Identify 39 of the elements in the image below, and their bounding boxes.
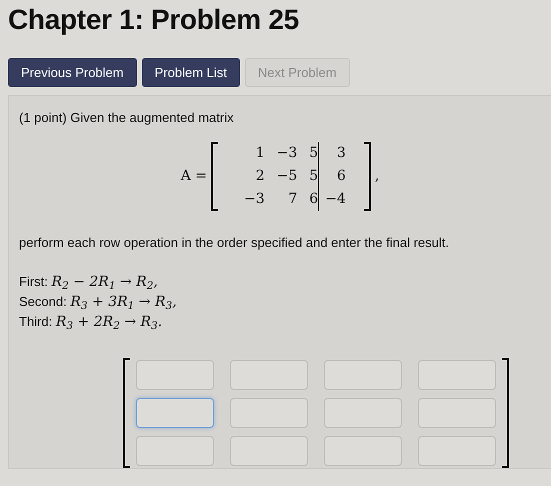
nav-button[interactable]: Problem List (142, 58, 240, 87)
problem-intro: (1 point) Given the augmented matrix (19, 109, 235, 127)
matrix-entry: 7 (287, 190, 298, 208)
input-field[interactable] (230, 436, 308, 466)
input-field[interactable] (324, 360, 402, 390)
step-label: First: (19, 274, 48, 289)
row-operation: R$_{3}$ + 2R$_{2}$ → R$_{3}$. (56, 314, 162, 330)
matrix-name: A = (180, 166, 207, 186)
input-field[interactable] (418, 436, 496, 466)
row-operation: R$_{3}$ + 3R$_{1}$ → R$_{3}$, (70, 294, 177, 310)
instruction-text: perform each row operation in the order specified and enter the final result. (19, 234, 450, 252)
page-title: Chapter 1: Problem 25 (7, 3, 300, 36)
nav-button[interactable]: Previous Problem (8, 58, 137, 87)
step-label: Third: (19, 314, 52, 329)
matrix-entry: −5 (276, 166, 298, 186)
matrix-entry: 5 (308, 144, 318, 162)
matrix-entry: 5 (308, 166, 318, 186)
step-label: Second: (19, 294, 67, 309)
matrix-entry: 6 (336, 166, 347, 186)
input-field[interactable] (324, 436, 402, 466)
bracket-left (211, 142, 218, 210)
matrix-entry: −4 (324, 190, 347, 208)
matrix-entry: 2 (254, 166, 265, 186)
input-field[interactable] (418, 360, 496, 390)
matrix-entry: −3 (243, 190, 265, 208)
input-field[interactable] (136, 436, 214, 466)
input-field[interactable] (230, 398, 308, 428)
matrix-entry: −3 (276, 144, 298, 162)
input-field[interactable] (230, 360, 308, 390)
matrix-entry: 3 (336, 144, 347, 162)
bracket-right (364, 142, 371, 210)
input-field[interactable] (418, 398, 496, 428)
matrix-entry: 6 (308, 190, 318, 208)
input-field[interactable] (136, 398, 214, 428)
input-field[interactable] (324, 398, 402, 428)
input-field[interactable] (136, 360, 214, 390)
matrix-comma: , (374, 166, 380, 186)
matrix-entry: 1 (254, 144, 265, 162)
row-operation: R$_{2}$ − 2R$_{1}$ → R$_{2}$, (52, 274, 158, 290)
